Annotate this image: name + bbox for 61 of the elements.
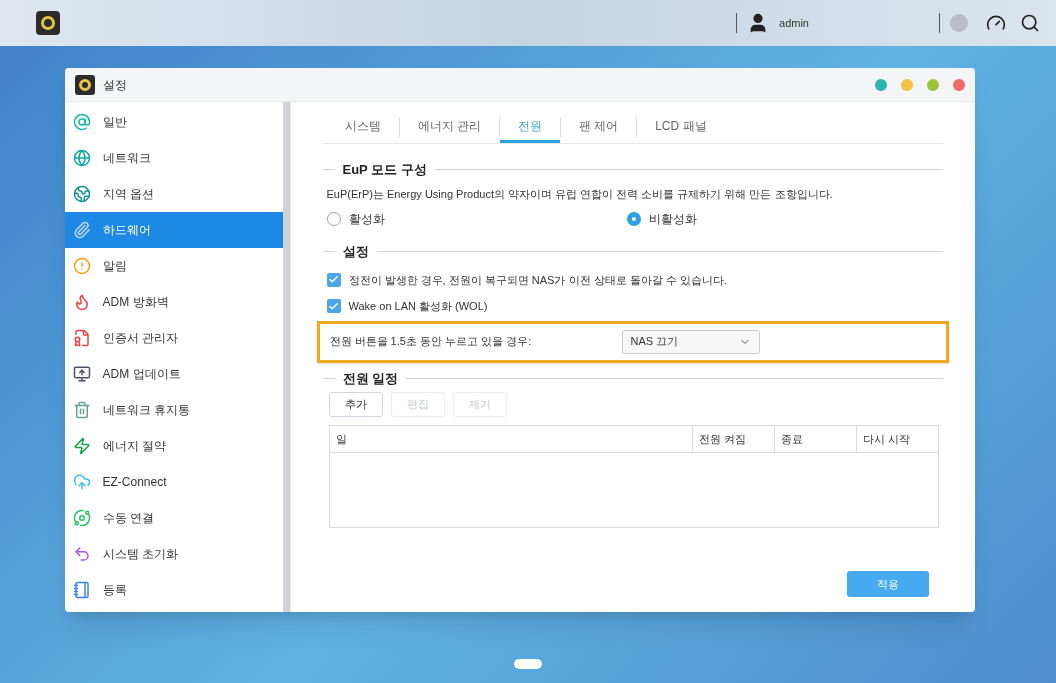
window-control-button[interactable] [900, 78, 913, 91]
column-header[interactable]: 다시 시작 [855, 426, 938, 452]
sidebar-item[interactable]: 시스템 초기화 [64, 536, 283, 572]
radio-label: 활성화 [348, 211, 385, 228]
tab[interactable]: 에너지 관리 [399, 111, 499, 143]
sidebar-item[interactable]: 일반 [64, 104, 283, 140]
column-header[interactable]: 종료 [773, 426, 856, 452]
scrollbar[interactable] [282, 102, 290, 612]
window-control-button[interactable] [926, 78, 939, 91]
tab[interactable]: LCD 패널 [637, 111, 725, 143]
column-header[interactable]: 전원 켜짐 [691, 426, 774, 452]
toolbar-button[interactable]: 추가 [328, 392, 383, 417]
checkbox-label: 정전이 발생한 경우, 전원이 복구되면 NAS가 이전 상태로 돌아갈 수 있습니다. [348, 272, 727, 288]
monitor-upload-icon [72, 365, 91, 383]
tab[interactable]: 팬 제어 [560, 111, 637, 143]
section-title: 설정 [342, 243, 369, 261]
sidebar-item[interactable]: 네트워크 휴지통 [64, 392, 283, 428]
earth-icon [72, 185, 91, 203]
sidebar-item[interactable]: ADM 업데이트 [64, 356, 283, 392]
radio-button[interactable] [626, 212, 641, 226]
dock-handle[interactable] [514, 659, 542, 669]
sidebar-item[interactable]: 네트워크 [64, 140, 283, 176]
sidebar-item[interactable]: 인증서 관리자 [64, 320, 283, 356]
section-title: EuP 모드 구성 [342, 161, 427, 179]
certificate-icon [72, 329, 91, 347]
column-header[interactable]: 일 [329, 426, 692, 452]
settings-app-icon [74, 74, 95, 95]
lightning-icon [72, 437, 91, 455]
globe-icon [72, 149, 91, 167]
checkbox[interactable] [326, 272, 341, 287]
sidebar-item[interactable]: 등록 [64, 572, 283, 608]
undo-arrow-icon [72, 545, 91, 563]
sidebar-item[interactable]: 지역 옵션 [64, 176, 283, 212]
window-control-button[interactable] [874, 78, 887, 91]
sidebar-item[interactable]: 수동 연결 [64, 500, 283, 536]
sidebar-item[interactable]: EZ-Connect [64, 464, 283, 500]
alert-icon [72, 257, 91, 275]
radio-label: 비활성화 [648, 211, 697, 228]
checkbox[interactable] [326, 299, 341, 314]
section-title: 전원 일정 [342, 369, 399, 388]
cloud-upload-icon [72, 473, 91, 491]
at-sign-icon [72, 113, 91, 131]
window-control-button[interactable] [952, 78, 965, 91]
field-label: 전원 버튼을 1.5초 동안 누르고 있을 경우: [329, 334, 533, 350]
recycle-bin-icon [72, 401, 91, 419]
user-name[interactable]: admin [779, 14, 809, 32]
search-icon[interactable] [1020, 13, 1040, 33]
notebook-icon [72, 581, 91, 599]
radio-button[interactable] [326, 212, 341, 226]
settings-app-icon[interactable] [36, 11, 60, 35]
sidebar-item[interactable]: 하드웨어 [64, 212, 283, 248]
tab[interactable]: 시스템 [326, 111, 399, 143]
paperclip-icon [72, 221, 91, 239]
sidebar-item[interactable]: ADM 방화벽 [64, 284, 283, 320]
sidebar-item[interactable]: 에너지 절약 [64, 428, 283, 464]
sidebar-item[interactable]: 알림 [64, 248, 283, 284]
dashboard-icon[interactable] [986, 13, 1006, 33]
checkbox-label: Wake on LAN 활성화 (WOL) [348, 299, 488, 314]
description-text: EuP(ErP)는 Energy Using Product의 약자이며 유럽 연합이 전력 소비를 규제하기 위해 만든 조항입니다. [325, 186, 834, 202]
dropdown[interactable]: NAS 끄기 [621, 329, 760, 354]
window-title: 설정 [102, 76, 127, 94]
